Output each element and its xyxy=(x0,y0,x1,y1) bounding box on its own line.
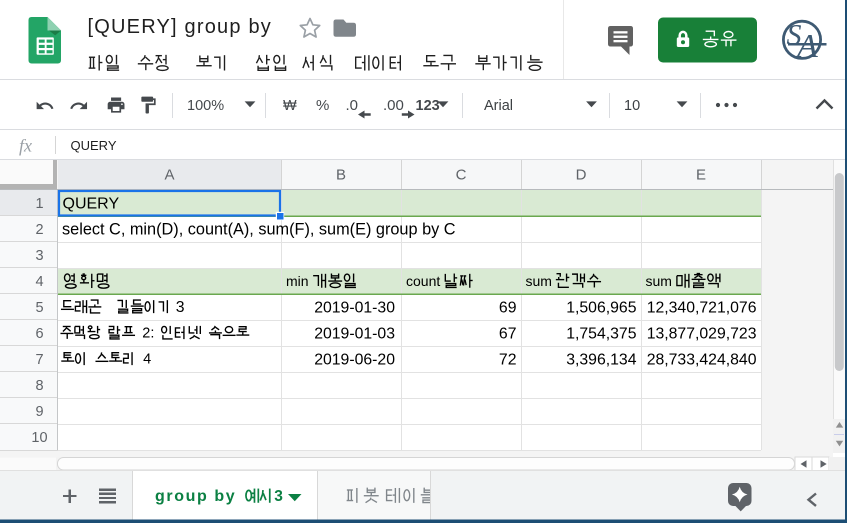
svg-text:group by: group by xyxy=(155,488,236,505)
svg-text:sum: sum xyxy=(646,273,672,289)
svg-text:1,754,375: 1,754,375 xyxy=(566,326,636,343)
svg-text:8: 8 xyxy=(35,378,43,394)
svg-text:B: B xyxy=(336,167,346,184)
svg-text:E: E xyxy=(696,167,706,184)
svg-text:[QUERY] group by: [QUERY] group by xyxy=(88,16,272,38)
svg-text:10: 10 xyxy=(624,98,640,114)
svg-text:3: 3 xyxy=(176,299,185,316)
svg-text:3,396,134: 3,396,134 xyxy=(566,352,636,369)
svg-text:123: 123 xyxy=(416,98,440,114)
svg-text:%: % xyxy=(316,97,329,114)
svg-text:67: 67 xyxy=(499,326,517,343)
svg-text:A: A xyxy=(164,167,174,184)
svg-text:Arial: Arial xyxy=(484,98,513,114)
svg-text:2:: 2: xyxy=(142,326,154,342)
svg-text:4: 4 xyxy=(143,352,151,368)
svg-text:5: 5 xyxy=(35,300,43,316)
svg-text:QUERY: QUERY xyxy=(63,196,120,213)
svg-text:min: min xyxy=(286,273,309,289)
svg-text:7: 7 xyxy=(35,352,43,368)
svg-text:28,733,424,840: 28,733,424,840 xyxy=(647,352,757,369)
svg-text:A: A xyxy=(795,28,818,65)
svg-text:.00: .00 xyxy=(383,97,404,114)
svg-text:72: 72 xyxy=(499,352,517,369)
svg-text:100%: 100% xyxy=(187,98,224,114)
svg-text:2: 2 xyxy=(35,222,43,238)
svg-text:13,877,029,723: 13,877,029,723 xyxy=(647,326,757,343)
svg-text:C: C xyxy=(456,167,467,184)
svg-text:fx: fx xyxy=(19,136,32,156)
svg-text:6: 6 xyxy=(35,326,43,342)
svg-text:select C, min(D), count(A), su: select C, min(D), count(A), sum(F), sum(… xyxy=(62,221,456,239)
svg-text:sum: sum xyxy=(526,273,552,289)
svg-text:.0: .0 xyxy=(346,97,359,114)
svg-text:3: 3 xyxy=(35,248,43,264)
svg-text:2019-01-30: 2019-01-30 xyxy=(314,300,395,317)
svg-text:2019-06-20: 2019-06-20 xyxy=(314,352,395,369)
svg-text:1: 1 xyxy=(35,196,43,212)
svg-text:1,506,965: 1,506,965 xyxy=(566,300,636,317)
svg-text:9: 9 xyxy=(35,404,43,420)
svg-text:QUERY: QUERY xyxy=(71,138,117,153)
svg-text:D: D xyxy=(576,167,587,184)
svg-text:₩: ₩ xyxy=(283,98,297,114)
svg-text:12,340,721,076: 12,340,721,076 xyxy=(647,300,757,317)
svg-text:10: 10 xyxy=(31,430,47,446)
svg-text:69: 69 xyxy=(499,300,517,317)
svg-text:3: 3 xyxy=(274,488,283,505)
svg-text:2019-01-03: 2019-01-03 xyxy=(314,326,395,343)
svg-text:count: count xyxy=(406,273,440,289)
svg-text:4: 4 xyxy=(35,274,43,290)
